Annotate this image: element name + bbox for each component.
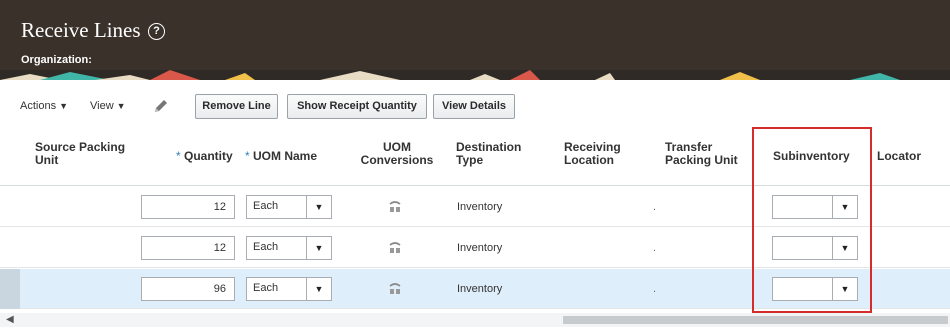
table-header: Source Packing Unit * Quantity * UOM Nam…: [0, 128, 950, 186]
table-row[interactable]: 12 Each ▼ Inventory . ▼: [0, 187, 950, 227]
caret-down-icon: ▼: [59, 101, 68, 111]
chevron-down-icon[interactable]: ▼: [306, 237, 331, 259]
destination-type-value: Inventory: [457, 242, 503, 254]
page-header: Receive Lines ? Organization:: [0, 0, 950, 80]
chevron-down-icon[interactable]: ▼: [832, 196, 857, 218]
col-subinventory[interactable]: Subinventory: [773, 150, 850, 163]
subinventory-select[interactable]: ▼: [772, 195, 858, 219]
subinventory-select[interactable]: ▼: [772, 277, 858, 301]
view-menu-label: View: [90, 100, 114, 112]
organization-label: Organization:: [21, 54, 92, 66]
chevron-down-icon[interactable]: ▼: [306, 196, 331, 218]
transfer-packing-unit-value: .: [653, 242, 657, 254]
col-uom-conversions[interactable]: UOM Conversions: [357, 141, 437, 167]
table-row[interactable]: 12 Each ▼ Inventory . ▼: [0, 228, 950, 268]
receive-lines-table: Source Packing Unit * Quantity * UOM Nam…: [0, 128, 950, 336]
col-transfer-packing-unit[interactable]: Transfer Packing Unit: [665, 141, 750, 167]
remove-line-button[interactable]: Remove Line: [195, 94, 278, 119]
col-quantity-label: Quantity: [184, 149, 233, 163]
uom-select[interactable]: Each ▼: [246, 236, 332, 260]
horizontal-scrollbar[interactable]: ◀: [0, 313, 950, 327]
col-destination-type[interactable]: Destination Type: [456, 141, 536, 167]
chevron-down-icon[interactable]: ▼: [832, 237, 857, 259]
pencil-icon[interactable]: [152, 97, 170, 115]
uom-select-value: Each: [253, 282, 279, 294]
caret-down-icon: ▼: [116, 101, 126, 111]
uom-conversion-icon[interactable]: [387, 240, 403, 256]
uom-conversion-icon[interactable]: [387, 281, 403, 297]
uom-select[interactable]: Each ▼: [246, 277, 332, 301]
required-marker: *: [176, 149, 181, 163]
quantity-input[interactable]: 12: [141, 236, 235, 260]
col-receiving-location[interactable]: Receiving Location: [564, 141, 634, 167]
table-row[interactable]: 96 Each ▼ Inventory . ▼: [0, 269, 950, 309]
show-receipt-quantity-button[interactable]: Show Receipt Quantity: [287, 94, 427, 119]
col-quantity[interactable]: * Quantity: [176, 150, 233, 163]
col-locator[interactable]: Locator: [877, 150, 921, 163]
required-marker: *: [245, 149, 250, 163]
scroll-left-icon[interactable]: ◀: [6, 314, 14, 325]
chevron-down-icon[interactable]: ▼: [306, 278, 331, 300]
uom-select-value: Each: [253, 200, 279, 212]
subinventory-select[interactable]: ▼: [772, 236, 858, 260]
destination-type-value: Inventory: [457, 283, 503, 295]
col-uom-name-label: UOM Name: [253, 149, 318, 163]
uom-conversion-icon[interactable]: [387, 199, 403, 215]
uom-select-value: Each: [253, 241, 279, 253]
quantity-input[interactable]: 12: [141, 195, 235, 219]
transfer-packing-unit-value: .: [653, 283, 657, 295]
decorative-banner: [0, 70, 950, 80]
view-menu[interactable]: View ▼: [90, 100, 126, 112]
transfer-packing-unit-value: .: [653, 201, 657, 213]
scrollbar-thumb[interactable]: [563, 316, 948, 324]
chevron-down-icon[interactable]: ▼: [832, 278, 857, 300]
destination-type-value: Inventory: [457, 201, 503, 213]
col-source-packing-unit[interactable]: Source Packing Unit: [35, 141, 145, 167]
view-details-button[interactable]: View Details: [433, 94, 515, 119]
col-uom-name[interactable]: * UOM Name: [245, 150, 317, 163]
actions-menu-label: Actions: [20, 100, 57, 112]
help-icon[interactable]: ?: [148, 23, 165, 40]
actions-menu[interactable]: Actions ▼: [20, 100, 68, 112]
toolbar: Actions ▼ View ▼ Remove Line Show Receipt …: [0, 90, 950, 122]
quantity-input[interactable]: 96: [141, 277, 235, 301]
uom-select[interactable]: Each ▼: [246, 195, 332, 219]
page-title: Receive Lines: [21, 18, 141, 42]
row-selection-marker: [0, 269, 20, 309]
